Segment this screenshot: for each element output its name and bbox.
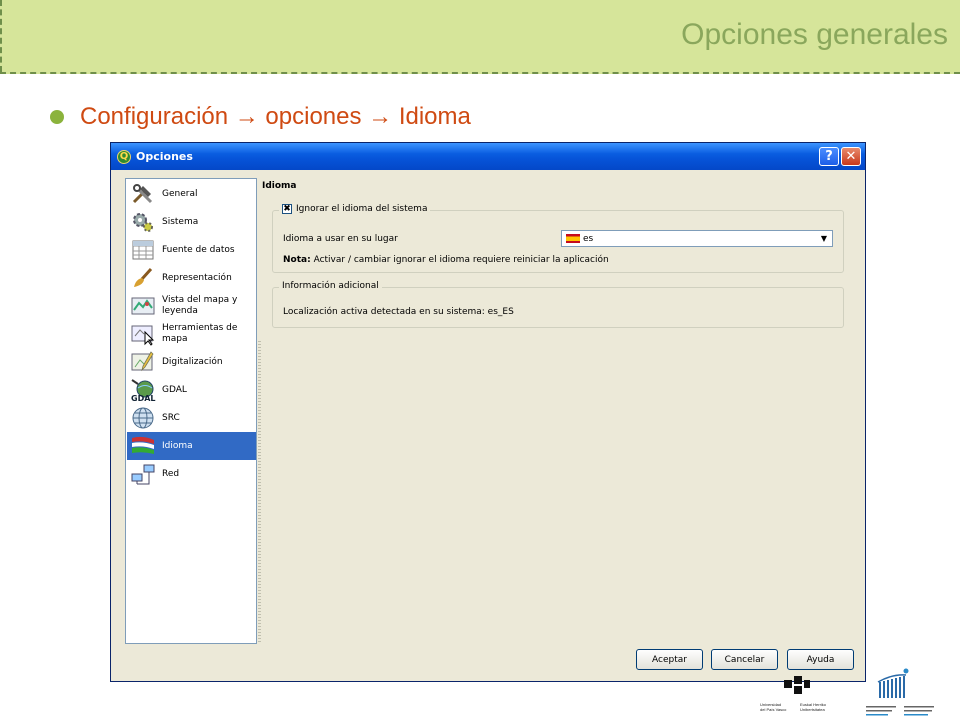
- help-button[interactable]: Ayuda: [787, 649, 854, 670]
- engineering-school-logo-text-icon: [866, 706, 934, 716]
- slide-header: Opciones generales: [0, 0, 960, 74]
- gears-icon: [130, 209, 156, 235]
- sidebar-item-src[interactable]: SRC: [127, 404, 256, 432]
- sidebar-item-idioma[interactable]: Idioma: [127, 432, 256, 460]
- map-tools-icon: [130, 321, 156, 347]
- globe-icon: [130, 405, 156, 431]
- svg-text:GDAL: GDAL: [131, 394, 156, 403]
- sidebar-item-herramientas-mapa[interactable]: Herramientas de mapa: [127, 320, 256, 348]
- slide-title: Opciones generales: [681, 18, 948, 51]
- sidebar-item-label: Vista del mapa y leyenda: [162, 295, 238, 316]
- sidebar-item-label: Fuente de datos: [162, 244, 235, 255]
- note-prefix: Nota:: [283, 255, 311, 265]
- sidebar-item-vista-mapa[interactable]: Vista del mapa y leyenda: [127, 292, 256, 320]
- sidebar-item-fuente-de-datos[interactable]: Fuente de datos: [127, 236, 256, 264]
- sidebar-item-label: Sistema: [162, 216, 199, 227]
- language-value: es: [583, 233, 594, 244]
- map-view-icon: [130, 293, 156, 319]
- language-combobox[interactable]: es ▼: [561, 230, 833, 247]
- upv-ehu-logo-icon: [784, 676, 810, 694]
- tools-icon: [130, 181, 156, 207]
- digitize-icon: [130, 349, 156, 375]
- panel-title: Idioma: [262, 181, 297, 191]
- sidebar-item-label: Idioma: [162, 440, 193, 451]
- checkbox-label[interactable]: Ignorar el idioma del sistema: [296, 204, 427, 214]
- help-title-button[interactable]: ?: [819, 147, 839, 166]
- language-label: Idioma a usar en su lugar: [283, 234, 398, 244]
- sidebar-item-sistema[interactable]: Sistema: [127, 208, 256, 236]
- detected-locale-text: Localización activa detectada en su sist…: [283, 307, 514, 317]
- chevron-down-icon[interactable]: ▼: [816, 231, 832, 246]
- sidebar-item-red[interactable]: Red: [127, 460, 256, 488]
- accept-button[interactable]: Aceptar: [636, 649, 703, 670]
- qgis-app-icon: Q: [117, 149, 131, 164]
- logo-text-ehu: Euskal Herriko Unibertsitatea: [800, 702, 827, 712]
- university-logos: Universidad del País Vasco Euskal Herriko…: [754, 668, 954, 720]
- sidebar-item-label: Digitalización: [162, 356, 223, 367]
- sidebar-item-label: Red: [162, 468, 180, 479]
- sidebar-item-representacion[interactable]: Representación: [127, 264, 256, 292]
- brush-icon: [130, 265, 156, 291]
- dialog-title: Opciones: [136, 150, 193, 163]
- dialog-titlebar[interactable]: Q Opciones ? ✕: [111, 143, 865, 170]
- sidebar-item-gdal[interactable]: GDAL GDAL: [127, 376, 256, 404]
- sidebar-item-digitalizacion[interactable]: Digitalización: [127, 348, 256, 376]
- sidebar-item-label: Herramientas de mapa: [162, 323, 238, 344]
- sidebar-item-label: GDAL: [162, 384, 187, 395]
- options-dialog: Q Opciones ? ✕ General Sistema Fuente de…: [110, 142, 866, 682]
- close-title-button[interactable]: ✕: [841, 147, 861, 166]
- bullet-dot-icon: [50, 110, 64, 124]
- engineering-school-logo-icon: [877, 668, 909, 698]
- sidebar-item-label: Representación: [162, 272, 232, 283]
- group-legend: Información adicional: [279, 281, 382, 291]
- splitter-handle[interactable]: [258, 339, 261, 644]
- spain-flag-icon: [566, 234, 580, 243]
- bullet-line: Configuración → opciones → Idioma: [50, 102, 471, 132]
- table-icon: [130, 237, 156, 263]
- group-legend-text: Información adicional: [282, 281, 379, 291]
- ignore-system-language-group: ✖ Ignorar el idioma del sistema Idioma a…: [272, 204, 844, 273]
- sidebar-item-label: SRC: [162, 412, 180, 423]
- group-legend: ✖ Ignorar el idioma del sistema: [279, 204, 431, 214]
- ignore-system-language-checkbox[interactable]: ✖: [282, 204, 292, 214]
- options-sidebar-list[interactable]: General Sistema Fuente de datos Represen…: [125, 178, 257, 644]
- sidebar-item-label: General: [162, 188, 198, 199]
- language-flags-icon: [130, 433, 156, 459]
- gdal-icon: GDAL: [130, 377, 156, 403]
- sidebar-item-general[interactable]: General: [127, 180, 256, 208]
- restart-note: Nota: Activar / cambiar ignorar el idiom…: [283, 255, 609, 265]
- additional-info-group: Información adicional Localización activ…: [272, 281, 844, 328]
- note-text: Activar / cambiar ignorar el idioma requ…: [310, 255, 609, 265]
- cancel-button[interactable]: Cancelar: [711, 649, 778, 670]
- bullet-text: Configuración → opciones → Idioma: [80, 103, 471, 130]
- network-icon: [130, 461, 156, 487]
- logo-text-upv: Universidad del País Vasco: [760, 702, 787, 712]
